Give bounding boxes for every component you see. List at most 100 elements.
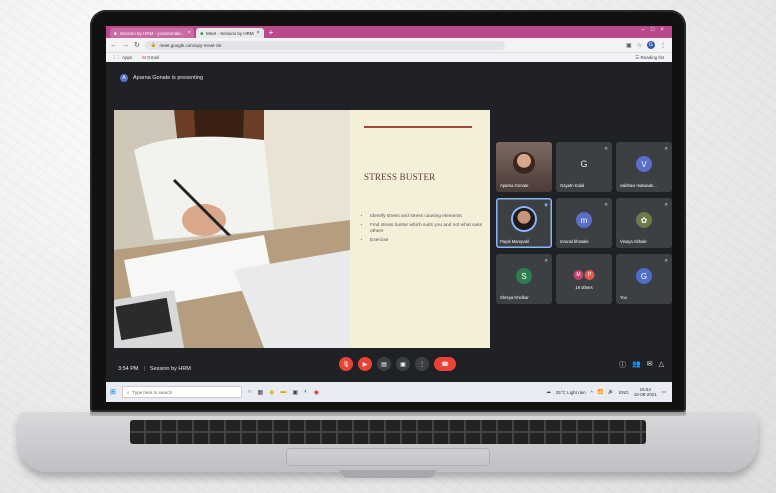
meet-favicon-icon: ■ — [200, 30, 204, 36]
participant-initial: G — [580, 159, 588, 169]
tray-arrow-icon[interactable]: ^ — [591, 390, 593, 395]
participant-name: Payal Marepatil — [500, 239, 529, 244]
slide-bullet: Exercise — [370, 238, 488, 244]
participant-avatar-photo — [513, 208, 535, 230]
slide-bullet: Find stress buster which suits you and n… — [370, 223, 488, 235]
notification-icon[interactable]: ▭ — [662, 389, 666, 395]
edge-icon[interactable]: ◐ — [304, 389, 308, 396]
system-tray: ☁ 25°C Light rain ^ 📶 🔊 ENG 15:54 16-08-… — [546, 387, 666, 397]
leave-call-button[interactable]: ☎ — [434, 357, 456, 371]
bookmark-apps[interactable]: ⋮⋮ Apps — [112, 55, 132, 61]
tab-session[interactable]: ■ Session by HRM - yourdomaib... × — [110, 28, 195, 38]
reading-list[interactable]: ☰ Reading list — [635, 55, 664, 61]
camera-toggle-button[interactable]: ▶ — [358, 357, 372, 371]
participant-tile[interactable]: ✕ V vaibhavi malwade... — [616, 142, 672, 192]
mic-off-icon: ✕ — [664, 258, 668, 263]
participant-tile[interactable]: Aparna Gonate — [496, 142, 552, 192]
kebab-menu-icon[interactable]: ⋮ — [660, 42, 666, 49]
star-icon[interactable]: ☆ — [637, 42, 642, 49]
window-controls[interactable]: –□× — [642, 27, 670, 33]
participant-name: vaibhavi malwade... — [620, 183, 657, 188]
bookmark-gmail[interactable]: M Gmail — [142, 55, 159, 60]
profile-avatar[interactable]: G — [647, 41, 655, 49]
participant-name: You — [620, 295, 628, 300]
browser-tab-bar: ■ Session by HRM - yourdomaib... × ■ Mee… — [106, 26, 672, 38]
info-icon[interactable]: ⓘ — [619, 360, 626, 370]
laptop-screen: ■ Session by HRM - yourdomaib... × ■ Mee… — [106, 26, 672, 402]
participant-tile[interactable]: ✕ m mrunal bhosale — [556, 198, 612, 248]
slide-bullet: Identify stress and stress causing eleme… — [370, 214, 488, 220]
close-icon[interactable]: × — [188, 30, 191, 36]
more-options-button[interactable]: ⋮ — [415, 357, 429, 371]
tab-label: Meet - Session by HRM — [206, 30, 254, 36]
meeting-info: 3:54 PM | Session by HRM — [118, 366, 191, 372]
tab-meet[interactable]: ■ Meet - Session by HRM × — [196, 28, 264, 38]
meeting-time: 3:54 PM — [118, 366, 139, 372]
speaking-icon: ◉ — [544, 202, 548, 207]
clock-date: 16-08-2021 — [633, 392, 657, 397]
mic-off-icon: ✕ — [544, 258, 548, 263]
presenting-text: Aparna Gonate is presenting — [133, 75, 204, 81]
laptop-trackpad — [286, 448, 490, 466]
phone-hangup-icon: ☎ — [441, 361, 449, 368]
language-indicator[interactable]: ENG — [619, 390, 629, 395]
reload-icon[interactable]: ↻ — [134, 41, 140, 49]
lock-icon: 🔒 — [150, 42, 157, 47]
camera-permission-icon[interactable]: ▣ — [626, 42, 632, 49]
store-icon[interactable]: ▣ — [292, 389, 298, 396]
windows-start-icon[interactable]: ⊞ — [110, 388, 116, 396]
clock[interactable]: 15:54 16-08-2021 — [634, 387, 657, 397]
back-icon[interactable]: ← — [110, 42, 117, 49]
participant-initial: P — [584, 270, 595, 280]
widgets-icon[interactable]: ▦ — [258, 389, 264, 396]
call-controls: 🎙 ▶ ▤ ▣ ⋮ ☎ — [339, 357, 456, 371]
tab-label: Session by HRM - yourdomaib... — [119, 30, 185, 36]
mic-off-icon: ✕ — [604, 146, 608, 151]
self-tile[interactable]: ✕ G You — [616, 254, 672, 304]
captions-button[interactable]: ▤ — [377, 357, 391, 371]
others-tile[interactable]: M P 19 others — [556, 254, 612, 304]
others-avatars: M P — [573, 270, 595, 280]
url-text: meet.google.com/xpy-mnwl-cle — [159, 42, 222, 48]
task-view-icon[interactable]: ○ — [248, 389, 252, 396]
chrome-icon[interactable]: ◉ — [269, 389, 274, 396]
weather-icon: ☁ — [546, 389, 551, 394]
chat-icon[interactable]: ✉ — [647, 360, 653, 370]
meeting-side-icons: ⓘ 👥 ✉ △ — [619, 360, 664, 370]
present-icon: ▣ — [400, 361, 406, 368]
mic-off-icon: ✕ — [664, 202, 668, 207]
chrome-icon[interactable]: ◉ — [314, 389, 319, 396]
slide-bullets: Identify stress and stress causing eleme… — [362, 214, 488, 247]
url-input[interactable]: 🔒 meet.google.com/xpy-mnwl-cle — [144, 40, 505, 50]
slide-text-panel: STRESS BUSTER Identify stress and stress… — [350, 110, 490, 348]
file-explorer-icon[interactable]: ▬ — [280, 389, 286, 396]
participant-avatar-icon: ✿ — [636, 212, 652, 228]
wifi-icon[interactable]: 📶 — [598, 389, 604, 395]
bookmarks-bar: ⋮⋮ Apps M Gmail ☰ Reading list — [106, 52, 672, 62]
address-bar-row: ← → ↻ 🔒 meet.google.com/xpy-mnwl-cle ▣ ☆… — [106, 38, 672, 52]
participant-tile[interactable]: ✕ ✿ Vinaya Abhale — [616, 198, 672, 248]
close-icon[interactable]: × — [257, 30, 260, 36]
present-button[interactable]: ▣ — [396, 357, 410, 371]
slide-photo — [114, 110, 350, 348]
taskbar-search-input[interactable]: ⌕ Type here to search — [121, 386, 242, 398]
meeting-name: Session by HRM — [149, 366, 191, 372]
participant-name: Gayatri Kalal — [560, 183, 584, 188]
participant-tile[interactable]: ✕ G Gayatri Kalal — [556, 142, 612, 192]
activities-icon[interactable]: △ — [659, 360, 664, 370]
participant-initial: m — [576, 212, 592, 228]
mic-off-icon: ✕ — [604, 202, 608, 207]
taskbar-apps: ○ ▦ ◉ ▬ ▣ ◐ ◉ — [248, 389, 319, 396]
search-icon: ⌕ — [126, 389, 130, 395]
new-tab-icon[interactable]: + — [266, 28, 277, 38]
volume-icon[interactable]: 🔊 — [608, 389, 614, 395]
mic-toggle-button[interactable]: 🎙 — [339, 357, 353, 371]
divider: | — [143, 366, 145, 372]
participant-initial: M — [573, 270, 584, 280]
forward-icon[interactable]: → — [122, 42, 129, 49]
people-icon[interactable]: 👥 — [632, 360, 641, 370]
participant-tile[interactable]: ✕ S Shreya Khelkar — [496, 254, 552, 304]
participant-initial: S — [516, 268, 532, 284]
participant-tile-speaking[interactable]: ◉ Payal Marepatil — [496, 198, 552, 248]
weather-text[interactable]: 25°C Light rain — [556, 390, 586, 395]
